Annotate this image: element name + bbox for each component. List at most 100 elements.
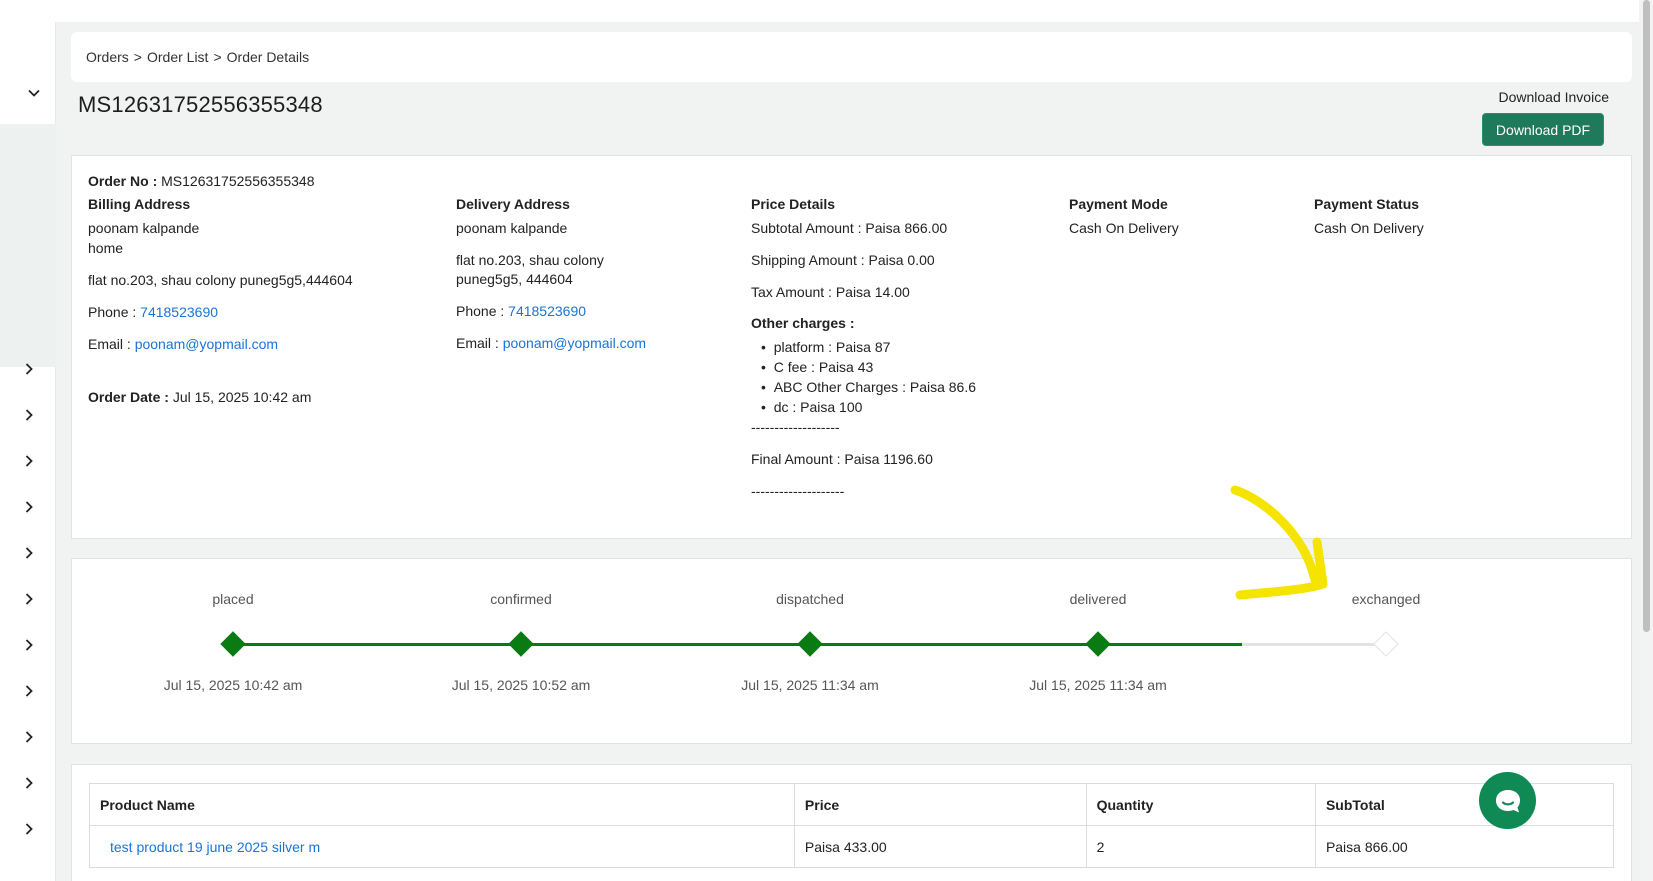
breadcrumb: Orders > Order List > Order Details: [71, 32, 1632, 82]
column-header-subtotal: SubTotal: [1314, 783, 1615, 826]
order-number-value: MS12631752556355348: [161, 173, 315, 189]
products-card: Product Name Price Quantity SubTotal tes…: [71, 764, 1632, 881]
shipping-amount: Shipping Amount : Paisa 0.00: [751, 252, 935, 268]
other-charges-title: Other charges :: [751, 315, 855, 331]
chevron-right-icon[interactable]: [22, 822, 36, 836]
step-node-delivered: [1085, 631, 1111, 657]
breadcrumb-separator: >: [213, 49, 222, 65]
step-node-exchanged: [1373, 631, 1399, 657]
page-title: MS12631752556355348: [78, 92, 323, 117]
price-divider: -------------------: [751, 419, 840, 435]
column-header-quantity: Quantity: [1085, 783, 1316, 826]
delivery-email-row: Email : poonam@yopmail.com: [456, 335, 646, 351]
breadcrumb-order-list[interactable]: Order List: [147, 49, 208, 65]
subtotal-amount: Subtotal Amount : Paisa 866.00: [751, 220, 948, 236]
step-time-dispatched: Jul 15, 2025 11:34 am: [741, 677, 879, 693]
vertical-scrollbar[interactable]: [1639, 0, 1653, 881]
scrollbar-thumb[interactable]: [1643, 0, 1650, 632]
top-strip: [0, 0, 1653, 22]
chevron-right-icon[interactable]: [22, 408, 36, 422]
step-node-dispatched: [797, 631, 823, 657]
delivery-email-label: Email :: [456, 335, 499, 351]
chevron-right-icon[interactable]: [22, 638, 36, 652]
order-number-row: Order No : MS12631752556355348: [88, 173, 315, 189]
delivery-address-line1: flat no.203, shau colony: [456, 252, 604, 268]
products-table: Product Name Price Quantity SubTotal tes…: [89, 783, 1615, 868]
breadcrumb-orders[interactable]: Orders: [86, 49, 129, 65]
chevron-right-icon[interactable]: [22, 454, 36, 468]
breadcrumb-separator: >: [133, 49, 142, 65]
product-price: Paisa 433.00: [793, 825, 1087, 868]
billing-phone-row: Phone : 7418523690: [88, 304, 218, 320]
chevron-right-icon[interactable]: [22, 776, 36, 790]
chat-widget-button[interactable]: [1479, 772, 1536, 829]
step-time-delivered: Jul 15, 2025 11:34 am: [1029, 677, 1167, 693]
delivery-phone-link[interactable]: 7418523690: [508, 303, 586, 319]
step-node-placed: [220, 631, 246, 657]
main-content: Orders > Order List > Order Details MS12…: [56, 22, 1639, 881]
billing-phone-label: Phone :: [88, 304, 137, 320]
download-pdf-button[interactable]: Download PDF: [1482, 113, 1604, 146]
billing-address-title: Billing Address: [88, 196, 191, 212]
delivery-address-line2: puneg5g5, 444604: [456, 271, 573, 287]
step-label-dispatched: dispatched: [776, 591, 844, 607]
order-date-row: Order Date : Jul 15, 2025 10:42 am: [88, 389, 311, 405]
chevron-right-icon[interactable]: [22, 730, 36, 744]
other-charge-item: • dc : Paisa 100: [761, 399, 863, 415]
payment-status-value: Cash On Delivery: [1314, 220, 1424, 236]
table-header-row: Product Name Price Quantity SubTotal: [89, 783, 1615, 826]
other-charge-item: • C fee : Paisa 43: [761, 359, 874, 375]
column-header-product-name: Product Name: [89, 783, 795, 826]
final-amount: Final Amount : Paisa 1196.60: [751, 451, 933, 467]
price-details-title: Price Details: [751, 196, 836, 212]
breadcrumb-order-details: Order Details: [226, 49, 310, 65]
step-time-placed: Jul 15, 2025 10:42 am: [163, 677, 303, 693]
chevron-right-icon[interactable]: [22, 362, 36, 376]
product-name-link[interactable]: test product 19 june 2025 silver m: [110, 839, 320, 855]
delivery-email-link[interactable]: poonam@yopmail.com: [503, 335, 646, 351]
chevron-right-icon[interactable]: [22, 546, 36, 560]
billing-phone-link[interactable]: 7418523690: [140, 304, 218, 320]
product-quantity: 2: [1085, 825, 1316, 868]
billing-address-line: flat no.203, shau colony puneg5g5,444604: [88, 272, 353, 288]
billing-email-row: Email : poonam@yopmail.com: [88, 336, 278, 352]
delivery-address-title: Delivery Address: [456, 196, 570, 212]
order-status-tracker: placed Jul 15, 2025 10:42 am confirmed J…: [71, 558, 1632, 744]
download-invoice-label: Download Invoice: [1498, 89, 1609, 105]
order-number-label: Order No :: [88, 173, 158, 189]
order-details-card: Order No : MS12631752556355348 Billing A…: [71, 155, 1632, 539]
step-label-placed: placed: [212, 591, 254, 607]
column-header-price: Price: [793, 783, 1087, 826]
chevron-down-icon[interactable]: [27, 86, 41, 100]
tracker-pending-line: [1242, 643, 1386, 646]
sidebar-active-section: [0, 124, 56, 367]
delivery-phone-label: Phone :: [456, 303, 505, 319]
billing-email-link[interactable]: poonam@yopmail.com: [135, 336, 278, 352]
step-label-delivered: delivered: [1069, 591, 1127, 607]
price-divider: --------------------: [751, 483, 845, 499]
order-date-value: Jul 15, 2025 10:42 am: [172, 389, 312, 405]
other-charge-item: • platform : Paisa 87: [761, 339, 891, 355]
sidebar: [0, 22, 56, 881]
billing-address-type: home: [88, 240, 124, 256]
table-row: test product 19 june 2025 silver m Paisa…: [89, 825, 1615, 868]
tax-amount: Tax Amount : Paisa 14.00: [751, 284, 910, 300]
billing-name: poonam kalpande: [88, 220, 200, 236]
payment-status-title: Payment Status: [1314, 196, 1420, 212]
delivery-name: poonam kalpande: [456, 220, 568, 236]
chat-bubble-icon: [1495, 789, 1520, 812]
product-subtotal: Paisa 866.00: [1314, 825, 1615, 868]
order-date-label: Order Date :: [88, 389, 169, 405]
chevron-right-icon[interactable]: [22, 500, 36, 514]
billing-email-label: Email :: [88, 336, 131, 352]
step-label-confirmed: confirmed: [490, 591, 552, 607]
step-label-exchanged: exchanged: [1351, 591, 1421, 607]
step-node-confirmed: [508, 631, 534, 657]
delivery-phone-row: Phone : 7418523690: [456, 303, 586, 319]
step-time-confirmed: Jul 15, 2025 10:52 am: [451, 677, 591, 693]
chevron-right-icon[interactable]: [22, 684, 36, 698]
payment-mode-title: Payment Mode: [1069, 196, 1168, 212]
other-charge-item: • ABC Other Charges : Paisa 86.6: [761, 379, 977, 395]
chevron-right-icon[interactable]: [22, 592, 36, 606]
payment-mode-value: Cash On Delivery: [1069, 220, 1179, 236]
